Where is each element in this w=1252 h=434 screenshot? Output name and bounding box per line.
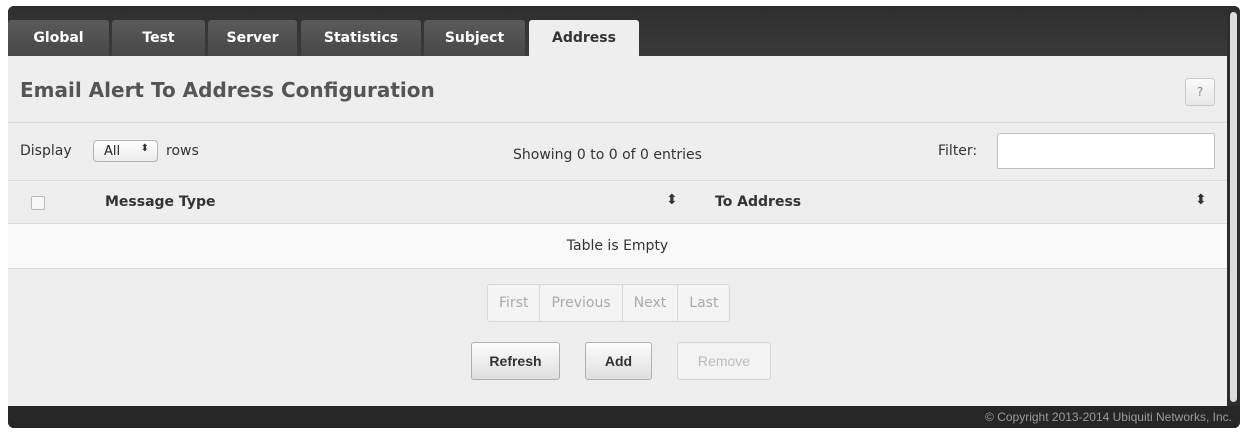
pager-next[interactable]: Next bbox=[623, 285, 679, 321]
refresh-button[interactable]: Refresh bbox=[471, 342, 560, 380]
table-header: Message Type ⬍ To Address ⬍ bbox=[8, 181, 1227, 224]
empty-message: Table is Empty bbox=[566, 238, 669, 254]
rows-per-page-select[interactable]: All ⬍ bbox=[93, 140, 158, 162]
tab-subject[interactable]: Subject bbox=[424, 20, 525, 56]
add-button[interactable]: Add bbox=[585, 342, 652, 380]
tab-bar: Global Test Server Statistics Subject Ad… bbox=[8, 6, 1240, 56]
rows-label: rows bbox=[166, 143, 199, 159]
table-controls: Display All ⬍ rows Showing 0 to 0 of 0 e… bbox=[8, 123, 1227, 181]
rows-select-value: All bbox=[104, 143, 121, 159]
help-icon: ? bbox=[1196, 85, 1204, 99]
select-arrows-icon: ⬍ bbox=[140, 143, 149, 154]
entries-info: Showing 0 to 0 of 0 entries bbox=[513, 147, 702, 163]
tab-statistics[interactable]: Statistics bbox=[301, 20, 421, 56]
table-empty-row: Table is Empty bbox=[8, 224, 1227, 269]
title-row: Email Alert To Address Configuration ? bbox=[8, 56, 1227, 123]
footer: © Copyright 2013-2014 Ubiquiti Networks,… bbox=[8, 406, 1240, 428]
filter-input[interactable] bbox=[997, 133, 1215, 169]
sort-icon[interactable]: ⬍ bbox=[1195, 192, 1207, 208]
filter-label: Filter: bbox=[938, 143, 978, 159]
page-title: Email Alert To Address Configuration bbox=[20, 78, 435, 102]
display-label: Display bbox=[20, 143, 72, 159]
app-frame: Global Test Server Statistics Subject Ad… bbox=[8, 6, 1240, 428]
content-panel: Email Alert To Address Configuration ? D… bbox=[8, 56, 1227, 406]
tab-address[interactable]: Address bbox=[529, 20, 639, 56]
select-all-checkbox[interactable] bbox=[31, 196, 45, 210]
pager-first[interactable]: First bbox=[488, 285, 541, 321]
tab-test[interactable]: Test bbox=[112, 20, 205, 56]
pager-previous[interactable]: Previous bbox=[540, 285, 623, 321]
column-to-address[interactable]: To Address bbox=[715, 194, 801, 210]
sort-icon[interactable]: ⬍ bbox=[666, 192, 678, 208]
remove-button[interactable]: Remove bbox=[677, 342, 771, 380]
column-message-type[interactable]: Message Type bbox=[105, 194, 215, 210]
pager-last[interactable]: Last bbox=[678, 285, 729, 321]
scrollbar-thumb[interactable] bbox=[1230, 12, 1237, 402]
tab-server[interactable]: Server bbox=[208, 20, 297, 56]
help-button[interactable]: ? bbox=[1185, 78, 1215, 106]
copyright-text: © Copyright 2013-2014 Ubiquiti Networks,… bbox=[985, 410, 1232, 424]
tab-global[interactable]: Global bbox=[8, 20, 109, 56]
pagination: First Previous Next Last bbox=[487, 284, 731, 322]
